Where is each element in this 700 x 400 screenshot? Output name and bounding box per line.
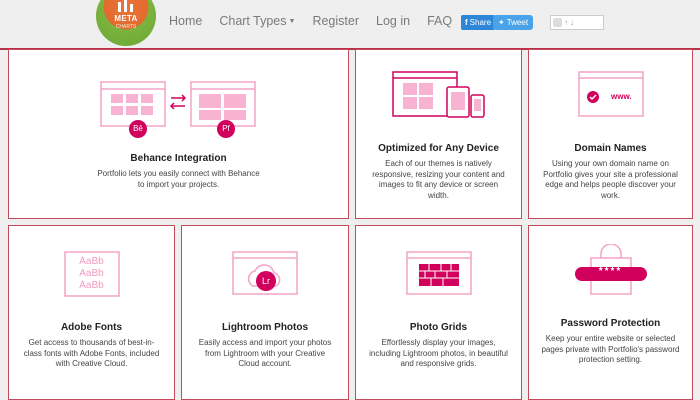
logo-subtext: CHARTS [115, 24, 137, 30]
nav-chart-types-label: Chart Types [219, 14, 287, 28]
facebook-share-button[interactable]: f Share [461, 15, 496, 30]
tweet-label: Tweet [506, 18, 529, 27]
font-sample-line: AaBb [79, 268, 104, 279]
portfolio-badge: Pf [217, 120, 235, 138]
logo-text: META [114, 14, 138, 23]
card-description: Effortlessly display your images, includ… [369, 338, 508, 368]
feature-card-behance: Bē Pf Behance Integration Portfolio lets… [8, 49, 349, 219]
card-title: Optimized for Any Device [378, 143, 499, 154]
behance-badge: Bē [129, 120, 147, 138]
nav-login[interactable]: Log in [376, 14, 410, 28]
avatar [553, 18, 562, 27]
fonts-sample-text: AaBb AaBb AaBb [9, 256, 174, 292]
nav-home[interactable]: Home [169, 14, 202, 28]
card-title: Photo Grids [409, 322, 468, 333]
domain-www-text: www. [611, 92, 632, 101]
card-title: Domain Names [574, 143, 647, 154]
nav-register[interactable]: Register [312, 14, 359, 28]
card-title: Behance Integration [130, 153, 227, 164]
main-nav: Home Chart Types ▼ Register Log in FAQ [169, 14, 469, 28]
devices-icon [391, 71, 485, 118]
card-title: Password Protection [560, 318, 661, 329]
chevron-down-icon: ▼ [288, 18, 296, 26]
site-logo[interactable]: META CHARTS [96, 0, 156, 46]
card-title: Adobe Fonts [60, 322, 123, 333]
feature-card-photo-grids: Photo Grids Effortlessly display your im… [355, 225, 522, 400]
upvote-icon[interactable]: ↑ [564, 18, 568, 27]
facebook-icon: f [465, 18, 468, 27]
photo-grid-icon [405, 251, 472, 295]
feature-card-lightroom: Lr Lightroom Photos Easily access and im… [181, 225, 349, 400]
twitter-icon: ✦ [498, 18, 505, 27]
nav-faq[interactable]: FAQ [427, 14, 452, 28]
feature-card-domain: www. Domain Names Using your own domain … [528, 49, 693, 219]
lightroom-badge: Lr [256, 271, 276, 291]
card-description: Get access to thousands of best-in-class… [23, 338, 160, 368]
feature-card-password: **** Password Protection Keep your entir… [528, 225, 693, 400]
card-description: Portfolio lets you easily connect with B… [97, 169, 260, 189]
downvote-icon[interactable]: ↓ [570, 18, 574, 27]
password-mask-text: **** [598, 266, 623, 277]
font-sample-line: AaBb [79, 256, 104, 267]
behance-sync-icon [99, 81, 256, 127]
card-title: Lightroom Photos [221, 322, 309, 333]
share-label: Share [469, 18, 492, 27]
nav-chart-types[interactable]: Chart Types ▼ [219, 14, 295, 28]
vote-widget[interactable]: ↑ ↓ [550, 15, 604, 30]
tweet-button[interactable]: ✦ Tweet [493, 15, 534, 30]
top-navigation: META CHARTS Home Chart Types ▼ Register L… [0, 0, 700, 46]
card-description: Easily access and import your photos fro… [198, 338, 332, 368]
feature-card-devices: Optimized for Any Device Each of our the… [355, 49, 522, 219]
feature-card-fonts: AaBb AaBb AaBb Adobe Fonts Get access to… [8, 225, 175, 400]
card-description: Keep your entire website or selected pag… [541, 334, 680, 364]
card-description: Using your own domain name on Portfolio … [543, 159, 678, 200]
font-sample-line: AaBb [79, 280, 104, 291]
card-description: Each of our themes is natively responsiv… [372, 159, 505, 200]
